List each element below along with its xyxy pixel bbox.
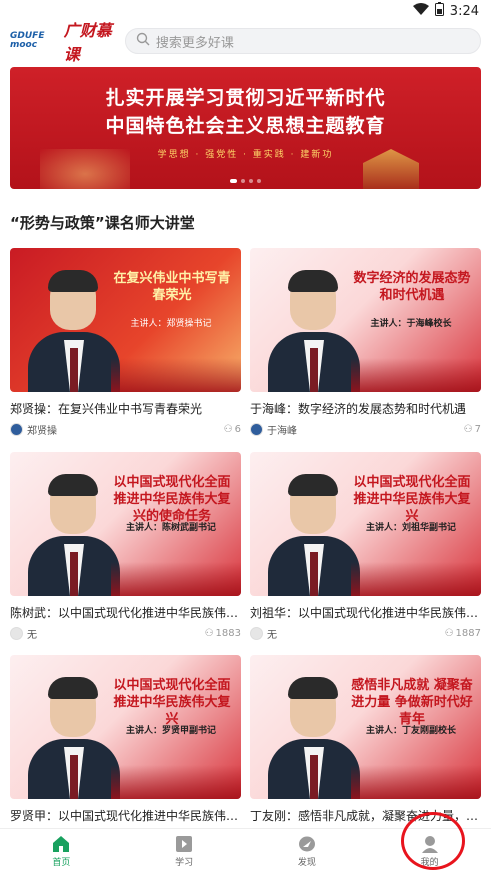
search-input[interactable]: 搜索更多好课 — [124, 28, 481, 54]
tab-home[interactable]: 首页 — [0, 829, 123, 874]
wifi-icon — [412, 3, 429, 19]
discover-icon — [298, 836, 315, 852]
thumbnail-title: 感悟非凡成就 凝聚奋进力量 争做新时代好青年 — [351, 678, 473, 727]
author-avatar — [250, 423, 263, 436]
tab-learn[interactable]: 学习 — [123, 829, 246, 874]
carousel-dot[interactable] — [257, 179, 261, 183]
course-thumbnail[interactable]: 以中国式现代化全面推进中华民族伟大复兴 主讲人：罗贤甲副书记 — [10, 655, 241, 799]
course-thumbnail[interactable]: 在复兴伟业中书写青春荣光 主讲人：郑贤操书记 — [10, 248, 241, 392]
thumbnail-title: 在复兴伟业中书写青春荣光 — [113, 271, 231, 303]
viewers-icon: ⚇ — [463, 424, 473, 435]
highlight-circle-annotation — [401, 812, 465, 870]
top-bar: GDUFE mooc 广财慕课 搜索更多好课 — [0, 21, 491, 64]
logo-text: 广财慕课 — [63, 21, 112, 64]
thumbnail-speaker: 主讲人：丁友刚副校长 — [365, 726, 456, 736]
course-card[interactable]: 数字经济的发展态势和时代机遇 主讲人：于海峰校长 于海峰：数字经济的发展态势和时… — [250, 248, 481, 437]
course-card[interactable]: 在复兴伟业中书写青春荣光 主讲人：郑贤操书记 郑贤操：在复兴伟业中书写青春荣光 … — [10, 248, 241, 437]
carousel-dot[interactable] — [241, 179, 245, 183]
speaker-photo — [28, 268, 120, 392]
search-icon — [136, 32, 150, 50]
app-logo[interactable]: GDUFE mooc 广财慕课 — [10, 17, 113, 65]
course-card[interactable]: 以中国式现代化全面推进中华民族伟大复兴 主讲人：刘祖华副书记 刘祖华：以中国式现… — [250, 452, 481, 641]
thumbnail-speaker: 主讲人：于海峰校长 — [370, 319, 452, 329]
thumbnail-title: 以中国式现代化全面推进中华民族伟大复兴 — [113, 678, 231, 727]
carousel-dot[interactable] — [230, 179, 237, 183]
course-thumbnail[interactable]: 以中国式现代化全面推进中华民族伟大复兴 主讲人：刘祖华副书记 — [250, 452, 481, 596]
course-title[interactable]: 郑贤操：在复兴伟业中书写青春荣光 — [10, 400, 241, 417]
view-count: 1887 — [455, 628, 481, 639]
course-thumbnail[interactable]: 感悟非凡成就 凝聚奋进力量 争做新时代好青年 主讲人：丁友刚副校长 — [250, 655, 481, 799]
author-name: 郑贤操 — [27, 426, 57, 437]
thumbnail-speaker: 主讲人：郑贤操书记 — [130, 319, 212, 329]
course-thumbnail[interactable]: 以中国式现代化全面推进中华民族伟大复兴的使命任务 主讲人：陈树武副书记 — [10, 452, 241, 596]
speaker-photo — [268, 268, 360, 392]
course-card[interactable]: 以中国式现代化全面推进中华民族伟大复兴的使命任务 主讲人：陈树武副书记 陈树武：… — [10, 452, 241, 641]
course-title[interactable]: 于海峰：数字经济的发展态势和时代机遇 — [250, 400, 481, 417]
carousel-indicator — [10, 179, 481, 183]
speaker-photo — [268, 472, 360, 596]
view-count: 1883 — [215, 628, 241, 639]
carousel-dot[interactable] — [249, 179, 253, 183]
author-name: 无 — [267, 630, 277, 641]
viewers-icon: ⚇ — [204, 628, 214, 639]
logo-mark: GDUFE mooc — [10, 31, 45, 50]
tab-home-label: 首页 — [52, 858, 71, 868]
author-avatar — [250, 627, 263, 640]
tab-discover[interactable]: 发现 — [246, 829, 369, 874]
author-name: 无 — [27, 630, 37, 641]
author-name: 于海峰 — [267, 426, 297, 437]
view-count: 6 — [234, 424, 241, 435]
viewers-icon: ⚇ — [444, 628, 454, 639]
thumbnail-speaker: 主讲人：陈树武副书记 — [125, 523, 216, 533]
play-book-icon — [176, 836, 193, 852]
battery-icon — [434, 2, 444, 20]
section-title: “形势与政策”课名师大讲堂 — [10, 214, 195, 232]
thumbnail-title: 以中国式现代化全面推进中华民族伟大复兴 — [353, 475, 471, 524]
banner-subtitle: 学思想 · 强党性 · 重实践 · 建新功 — [157, 150, 334, 160]
viewers-icon: ⚇ — [223, 424, 233, 435]
author-avatar — [10, 627, 23, 640]
search-placeholder: 搜索更多好课 — [155, 35, 234, 51]
view-count: 7 — [474, 424, 481, 435]
home-icon — [53, 836, 70, 852]
course-title[interactable]: 罗贤甲：以中国式现代化推进中华民族伟大... — [10, 807, 241, 824]
speaker-photo — [268, 675, 360, 799]
course-title[interactable]: 刘祖华：以中国式现代化推进中华民族伟大... — [250, 604, 481, 621]
thumbnail-speaker: 主讲人：罗贤甲副书记 — [125, 726, 216, 736]
author-avatar — [10, 423, 23, 436]
tab-learn-label: 学习 — [175, 858, 194, 868]
banner-title-line2: 中国特色社会主义思想主题教育 — [105, 115, 386, 137]
hero-banner[interactable]: 扎实开展学习贯彻习近平新时代 中国特色社会主义思想主题教育 学思想 · 强党性 … — [10, 67, 481, 189]
thumbnail-title: 以中国式现代化全面推进中华民族伟大复兴的使命任务 — [113, 475, 231, 524]
thumbnail-title: 数字经济的发展态势和时代机遇 — [353, 271, 471, 303]
course-card[interactable]: 以中国式现代化全面推进中华民族伟大复兴 主讲人：罗贤甲副书记 罗贤甲：以中国式现… — [10, 655, 241, 844]
speaker-photo — [28, 675, 120, 799]
banner-title-line1: 扎实开展学习贯彻习近平新时代 — [105, 87, 386, 109]
tab-discover-label: 发现 — [297, 858, 316, 868]
thumbnail-speaker: 主讲人：刘祖华副书记 — [365, 523, 456, 533]
speaker-photo — [28, 472, 120, 596]
clock: 3:24 — [449, 3, 479, 19]
course-thumbnail[interactable]: 数字经济的发展态势和时代机遇 主讲人：于海峰校长 — [250, 248, 481, 392]
course-title[interactable]: 陈树武：以中国式现代化推进中华民族伟大... — [10, 604, 241, 621]
